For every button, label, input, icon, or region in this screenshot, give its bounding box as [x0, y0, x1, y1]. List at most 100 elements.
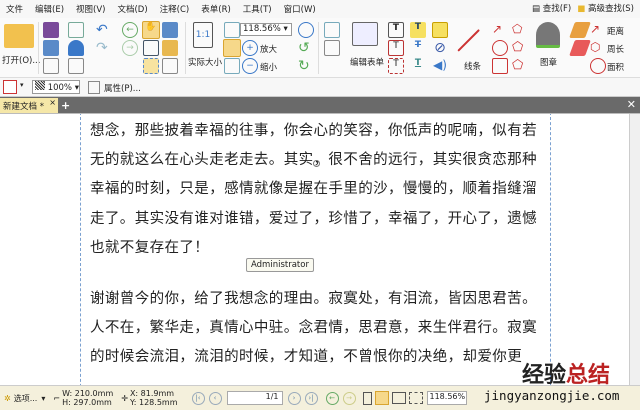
- menu-tools[interactable]: 工具(T): [237, 3, 278, 15]
- previous-page-button[interactable]: ‹: [208, 391, 222, 405]
- zoom-out-icon[interactable]: −: [242, 58, 258, 74]
- actual-size-button[interactable]: 实际大小: [188, 56, 222, 68]
- actual-size-icon[interactable]: 1:1: [193, 22, 213, 48]
- fit-visible-icon[interactable]: [224, 58, 240, 74]
- image-tool-icon[interactable]: [324, 22, 340, 38]
- menu-comment[interactable]: 注释(C): [154, 3, 196, 15]
- redo-icon[interactable]: ↷: [96, 40, 112, 56]
- zoom-in-icon[interactable]: +: [242, 40, 258, 56]
- export-icon[interactable]: [43, 58, 59, 74]
- distance-button[interactable]: 距离: [607, 25, 624, 37]
- add-text-icon[interactable]: [324, 40, 340, 56]
- opacity-select[interactable]: 100% ▾: [32, 80, 80, 94]
- border-color-picker[interactable]: [3, 80, 17, 94]
- area-icon[interactable]: [590, 58, 606, 74]
- advanced-find-label: 高级查找(S): [587, 4, 634, 14]
- last-page-button[interactable]: ›|: [304, 391, 318, 405]
- polygon-icon[interactable]: ⬠: [512, 40, 528, 56]
- edit-form-icon[interactable]: [352, 22, 378, 46]
- chevron-down-icon[interactable]: ▾: [41, 394, 45, 403]
- tab-new-document[interactable]: 新建文档 * ×: [0, 98, 58, 113]
- page-number-input[interactable]: 1/1: [226, 391, 283, 405]
- stamp-icon[interactable]: [536, 22, 560, 48]
- text-line: 人不在，繁华走，真情心中驻。念君情，思君意，来生伴君行。寂寞: [90, 320, 537, 336]
- snapshot-icon[interactable]: [162, 22, 178, 38]
- highlight-icon[interactable]: T: [410, 22, 426, 38]
- menu-form[interactable]: 表单(R): [195, 3, 237, 15]
- area-button[interactable]: 面积: [607, 61, 624, 73]
- forward-icon[interactable]: →: [122, 40, 138, 56]
- facing-page-icon[interactable]: [391, 392, 406, 404]
- email-icon[interactable]: [68, 22, 84, 38]
- hand-tool-icon[interactable]: ✋: [142, 21, 160, 39]
- status-zoom-select[interactable]: 118.56%: [426, 391, 467, 405]
- attachment-icon[interactable]: ⊘: [432, 40, 448, 56]
- scan-icon[interactable]: [68, 40, 84, 56]
- cloud-icon[interactable]: ⬠: [512, 58, 528, 74]
- fit-page-icon[interactable]: [224, 22, 240, 38]
- continuous-page-icon[interactable]: [374, 391, 389, 405]
- vertical-scrollbar[interactable]: [629, 114, 640, 385]
- textbox-icon[interactable]: T: [388, 40, 404, 56]
- undo-icon[interactable]: ↶: [96, 22, 112, 38]
- new-tab-button[interactable]: +: [61, 99, 70, 112]
- print-icon[interactable]: [43, 40, 59, 56]
- lines-button[interactable]: 线条: [464, 60, 481, 72]
- menu-bar: 文件 编辑(E) 视图(V) 文档(D) 注释(C) 表单(R) 工具(T) 窗…: [0, 0, 640, 18]
- menu-window[interactable]: 窗口(W): [278, 3, 322, 15]
- find-document-icon[interactable]: [162, 58, 178, 74]
- perimeter-button[interactable]: 周长: [607, 43, 624, 55]
- save-icon[interactable]: [43, 22, 59, 38]
- arrow-icon[interactable]: ↗: [492, 22, 508, 38]
- edit-form-button[interactable]: 编辑表单: [350, 56, 384, 68]
- close-window-icon[interactable]: ✕: [627, 98, 636, 111]
- zoom-select[interactable]: 118.56% ▾: [240, 23, 292, 36]
- new-document-icon[interactable]: [68, 58, 84, 74]
- zoom-tool-icon[interactable]: [298, 22, 314, 38]
- callout-icon[interactable]: T: [388, 58, 404, 74]
- back-icon[interactable]: ←: [122, 22, 138, 38]
- rotate-left-icon[interactable]: ↺: [298, 40, 314, 56]
- opacity-pattern-icon: [35, 81, 45, 90]
- underline-icon[interactable]: T: [410, 58, 426, 74]
- menu-edit[interactable]: 编辑(E): [29, 3, 70, 15]
- open-button[interactable]: 打开(O)...: [2, 54, 40, 66]
- polyline-icon[interactable]: ⬠: [512, 22, 528, 38]
- chevron-down-icon[interactable]: ▾: [20, 81, 24, 89]
- rectangle-icon[interactable]: [492, 58, 508, 74]
- advanced-find-button[interactable]: ■ 高级查找(S): [577, 2, 634, 14]
- continuous-facing-icon[interactable]: [408, 392, 423, 404]
- perimeter-icon[interactable]: ⬡: [590, 40, 606, 56]
- typewriter-icon[interactable]: T: [388, 22, 404, 38]
- zoom-out-button[interactable]: 缩小: [260, 61, 277, 73]
- select-area-icon[interactable]: [143, 58, 159, 74]
- single-page-icon[interactable]: [362, 391, 372, 405]
- forward-view-button[interactable]: →: [342, 391, 356, 405]
- strikeout-icon[interactable]: T: [410, 40, 426, 56]
- pencil-icon[interactable]: [569, 22, 591, 38]
- distance-icon[interactable]: ↗: [590, 22, 606, 38]
- sound-icon[interactable]: ◀): [432, 58, 448, 74]
- close-tab-icon[interactable]: ×: [49, 98, 56, 107]
- open-folder-icon[interactable]: [4, 24, 34, 48]
- menu-file[interactable]: 文件: [0, 3, 29, 15]
- oval-icon[interactable]: [492, 40, 508, 56]
- rotate-right-icon[interactable]: ↻: [298, 58, 314, 74]
- select-text-icon[interactable]: [143, 40, 159, 56]
- eraser-icon[interactable]: [569, 40, 591, 56]
- line-icon[interactable]: [457, 29, 480, 52]
- next-page-button[interactable]: ›: [287, 391, 301, 405]
- first-page-button[interactable]: |‹: [191, 391, 205, 405]
- options-button[interactable]: 选项...: [14, 393, 38, 404]
- document-tab-bar: 新建文档 * × + ✕: [0, 97, 640, 113]
- stamp-button[interactable]: 图章: [540, 56, 557, 68]
- menu-view[interactable]: 视图(V): [70, 3, 111, 15]
- find-button[interactable]: ▤ 查找(F): [532, 2, 571, 14]
- note-icon[interactable]: [432, 22, 448, 38]
- menu-document[interactable]: 文档(D): [111, 3, 153, 15]
- back-view-button[interactable]: ←: [325, 391, 339, 405]
- clipboard-icon[interactable]: [162, 40, 178, 56]
- fit-width-icon[interactable]: [223, 39, 241, 57]
- zoom-in-button[interactable]: 放大: [260, 43, 277, 55]
- properties-button[interactable]: 属性(P)...: [104, 82, 141, 94]
